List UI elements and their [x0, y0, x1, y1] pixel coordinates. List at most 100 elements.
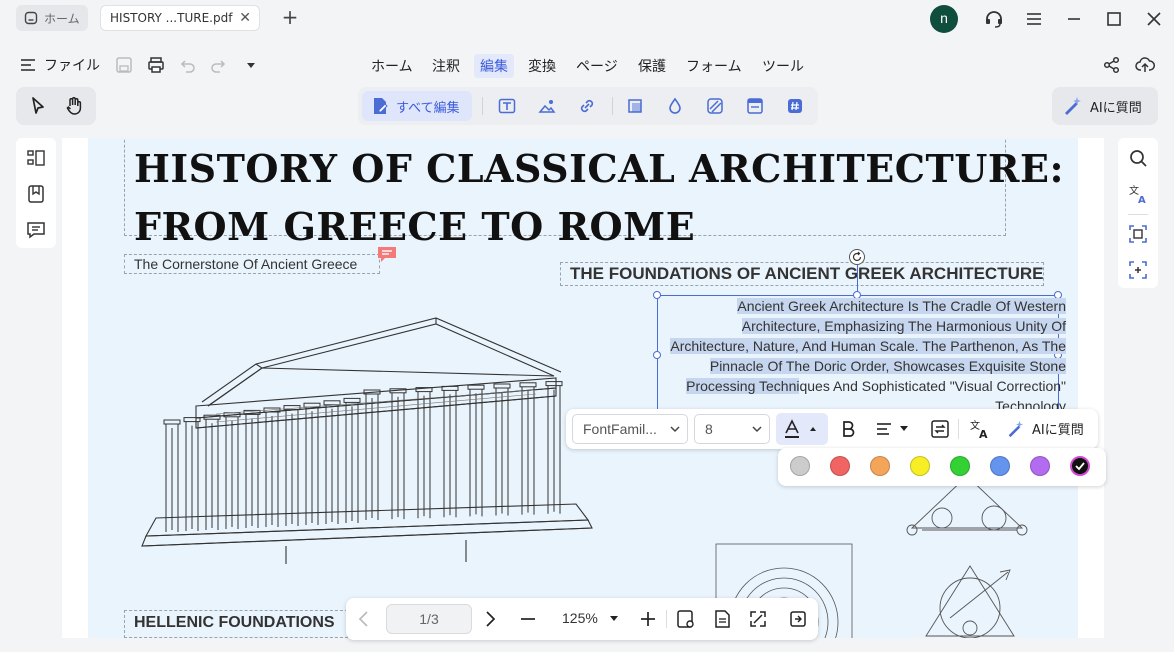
column-capital: [163, 419, 181, 425]
align-dropdown-icon[interactable]: [898, 423, 910, 443]
parthenon-illustration[interactable]: [136, 314, 596, 564]
page-layout-icon[interactable]: [712, 609, 732, 629]
new-tab-button[interactable]: +: [280, 7, 300, 29]
section-heading-hellenic[interactable]: HELLENIC FOUNDATIONS: [134, 614, 335, 632]
translate-text-icon[interactable]: 文A: [970, 419, 990, 439]
color-swatch-green[interactable]: [950, 456, 970, 476]
select-cursor-icon[interactable]: [28, 96, 48, 116]
undo-icon[interactable]: [178, 56, 196, 74]
bold-icon[interactable]: [838, 419, 858, 439]
exit-fullscreen-icon[interactable]: [788, 609, 808, 629]
menu-icon[interactable]: [1023, 8, 1045, 30]
add-link-icon[interactable]: [578, 97, 596, 115]
zoom-in-icon[interactable]: [638, 609, 658, 629]
edit-all-label: すべて編集: [396, 100, 460, 116]
previous-page-icon[interactable]: [354, 609, 374, 629]
color-swatch-purple[interactable]: [1030, 456, 1050, 476]
redo-icon[interactable]: [210, 56, 228, 74]
menu-tools[interactable]: ツール: [756, 54, 810, 78]
view-mode-icon[interactable]: [676, 609, 696, 629]
pdf-page[interactable]: HISTORY OF CLASSICAL ARCHITECTURE: FROM …: [88, 138, 1078, 638]
watermark-icon[interactable]: [666, 97, 684, 115]
print-icon[interactable]: [147, 56, 165, 74]
document-viewport[interactable]: HISTORY OF CLASSICAL ARCHITECTURE: FROM …: [62, 138, 1104, 638]
ai-question-inline-button[interactable]: AIに質問: [1006, 419, 1084, 438]
quick-access-dropdown-icon[interactable]: [244, 58, 262, 76]
rotate-handle-icon[interactable]: [849, 249, 865, 265]
resize-handle[interactable]: [653, 351, 661, 359]
avatar[interactable]: n: [930, 5, 958, 33]
menu-form[interactable]: フォーム: [680, 54, 748, 78]
resize-handle[interactable]: [653, 291, 661, 299]
translate-icon[interactable]: 文A: [1128, 184, 1148, 204]
text-format-toolbar: FontFamil... 8 文A AIに質問: [566, 409, 1098, 449]
search-icon[interactable]: [1128, 148, 1148, 168]
paragraph-text[interactable]: Ancient Greek Architecture Is The Cradle…: [666, 296, 1066, 416]
column-line: [205, 419, 219, 530]
divider: [612, 97, 613, 115]
maximize-icon[interactable]: [1103, 8, 1125, 30]
fit-screen-icon[interactable]: [748, 609, 768, 629]
menu-home[interactable]: ホーム: [365, 54, 419, 78]
document-subtitle[interactable]: The Cornerstone Of Ancient Greece: [134, 256, 357, 272]
ai-sparkle-icon: [1006, 420, 1024, 438]
bookmark-icon[interactable]: [26, 184, 46, 204]
align-icon[interactable]: [874, 419, 894, 439]
color-swatch-red[interactable]: [830, 456, 850, 476]
ocr-icon[interactable]: [1128, 224, 1148, 244]
color-swatch-orange[interactable]: [870, 456, 890, 476]
comment-note-icon[interactable]: [376, 246, 398, 264]
caret-up-icon: [808, 424, 818, 434]
color-swatch-yellow[interactable]: [910, 456, 930, 476]
column-line: [521, 386, 535, 515]
edit-all-button[interactable]: すべて編集: [362, 91, 472, 121]
document-title[interactable]: HISTORY OF CLASSICAL ARCHITECTURE: FROM …: [134, 140, 1064, 256]
comments-icon[interactable]: [26, 220, 46, 240]
ai-question-button[interactable]: AIに質問: [1052, 87, 1158, 125]
menu-annotate[interactable]: 注釈: [426, 54, 466, 78]
menu-page[interactable]: ページ: [570, 54, 624, 78]
add-image-icon[interactable]: [538, 97, 556, 115]
background-icon[interactable]: [706, 97, 724, 115]
column-capital: [519, 382, 537, 388]
tab-home[interactable]: ホーム: [16, 5, 88, 31]
font-family-select[interactable]: FontFamil...: [572, 414, 688, 444]
right-sidebar: 文A: [1118, 138, 1158, 288]
thumbnails-icon[interactable]: [26, 148, 46, 168]
hand-tool-icon[interactable]: [64, 96, 84, 116]
menu-edit[interactable]: 編集: [474, 54, 514, 78]
header-footer-icon[interactable]: [746, 97, 764, 115]
screen-capture-icon[interactable]: [1128, 260, 1148, 280]
next-page-icon[interactable]: [480, 609, 500, 629]
font-color-button[interactable]: [776, 413, 828, 445]
column-line: [469, 389, 483, 517]
save-icon[interactable]: [115, 56, 133, 74]
zoom-level[interactable]: 125%: [562, 610, 598, 626]
add-text-icon[interactable]: [498, 97, 516, 115]
close-tab-icon[interactable]: ✕: [239, 10, 251, 26]
menu-protect[interactable]: 保護: [632, 54, 672, 78]
text-replace-icon[interactable]: [930, 419, 950, 439]
zoom-dropdown-icon[interactable]: [608, 613, 620, 633]
color-swatch-black-selected[interactable]: [1070, 456, 1090, 476]
bates-number-icon[interactable]: [786, 97, 804, 115]
tab-document[interactable]: HISTORY ...TURE.pdf ✕: [100, 5, 260, 31]
column-line: [495, 388, 509, 516]
close-window-icon[interactable]: [1143, 8, 1165, 30]
file-menu[interactable]: ファイル: [20, 55, 100, 75]
menu-bar: ファイル ホーム 注釈 編集 変換 ページ 保護 フォーム ツール: [0, 46, 1174, 82]
color-swatch-gray[interactable]: [790, 456, 810, 476]
font-size-select[interactable]: 8: [694, 414, 770, 444]
share-icon[interactable]: [1103, 56, 1121, 74]
menu-convert[interactable]: 変換: [522, 54, 562, 78]
minimize-icon[interactable]: [1063, 8, 1085, 30]
support-headset-icon[interactable]: [983, 8, 1005, 30]
page-number-input[interactable]: 1/3: [386, 604, 472, 634]
cloud-upload-icon[interactable]: [1135, 55, 1155, 73]
chevron-down-icon: [751, 423, 763, 435]
color-swatch-blue[interactable]: [990, 456, 1010, 476]
crop-page-icon[interactable]: [626, 97, 644, 115]
zoom-out-icon[interactable]: [518, 609, 538, 629]
section-heading[interactable]: THE FOUNDATIONS OF ANCIENT GREEK ARCHITE…: [570, 264, 1043, 284]
title-line-1: HISTORY OF CLASSICAL ARCHITECTURE:: [134, 146, 1064, 191]
